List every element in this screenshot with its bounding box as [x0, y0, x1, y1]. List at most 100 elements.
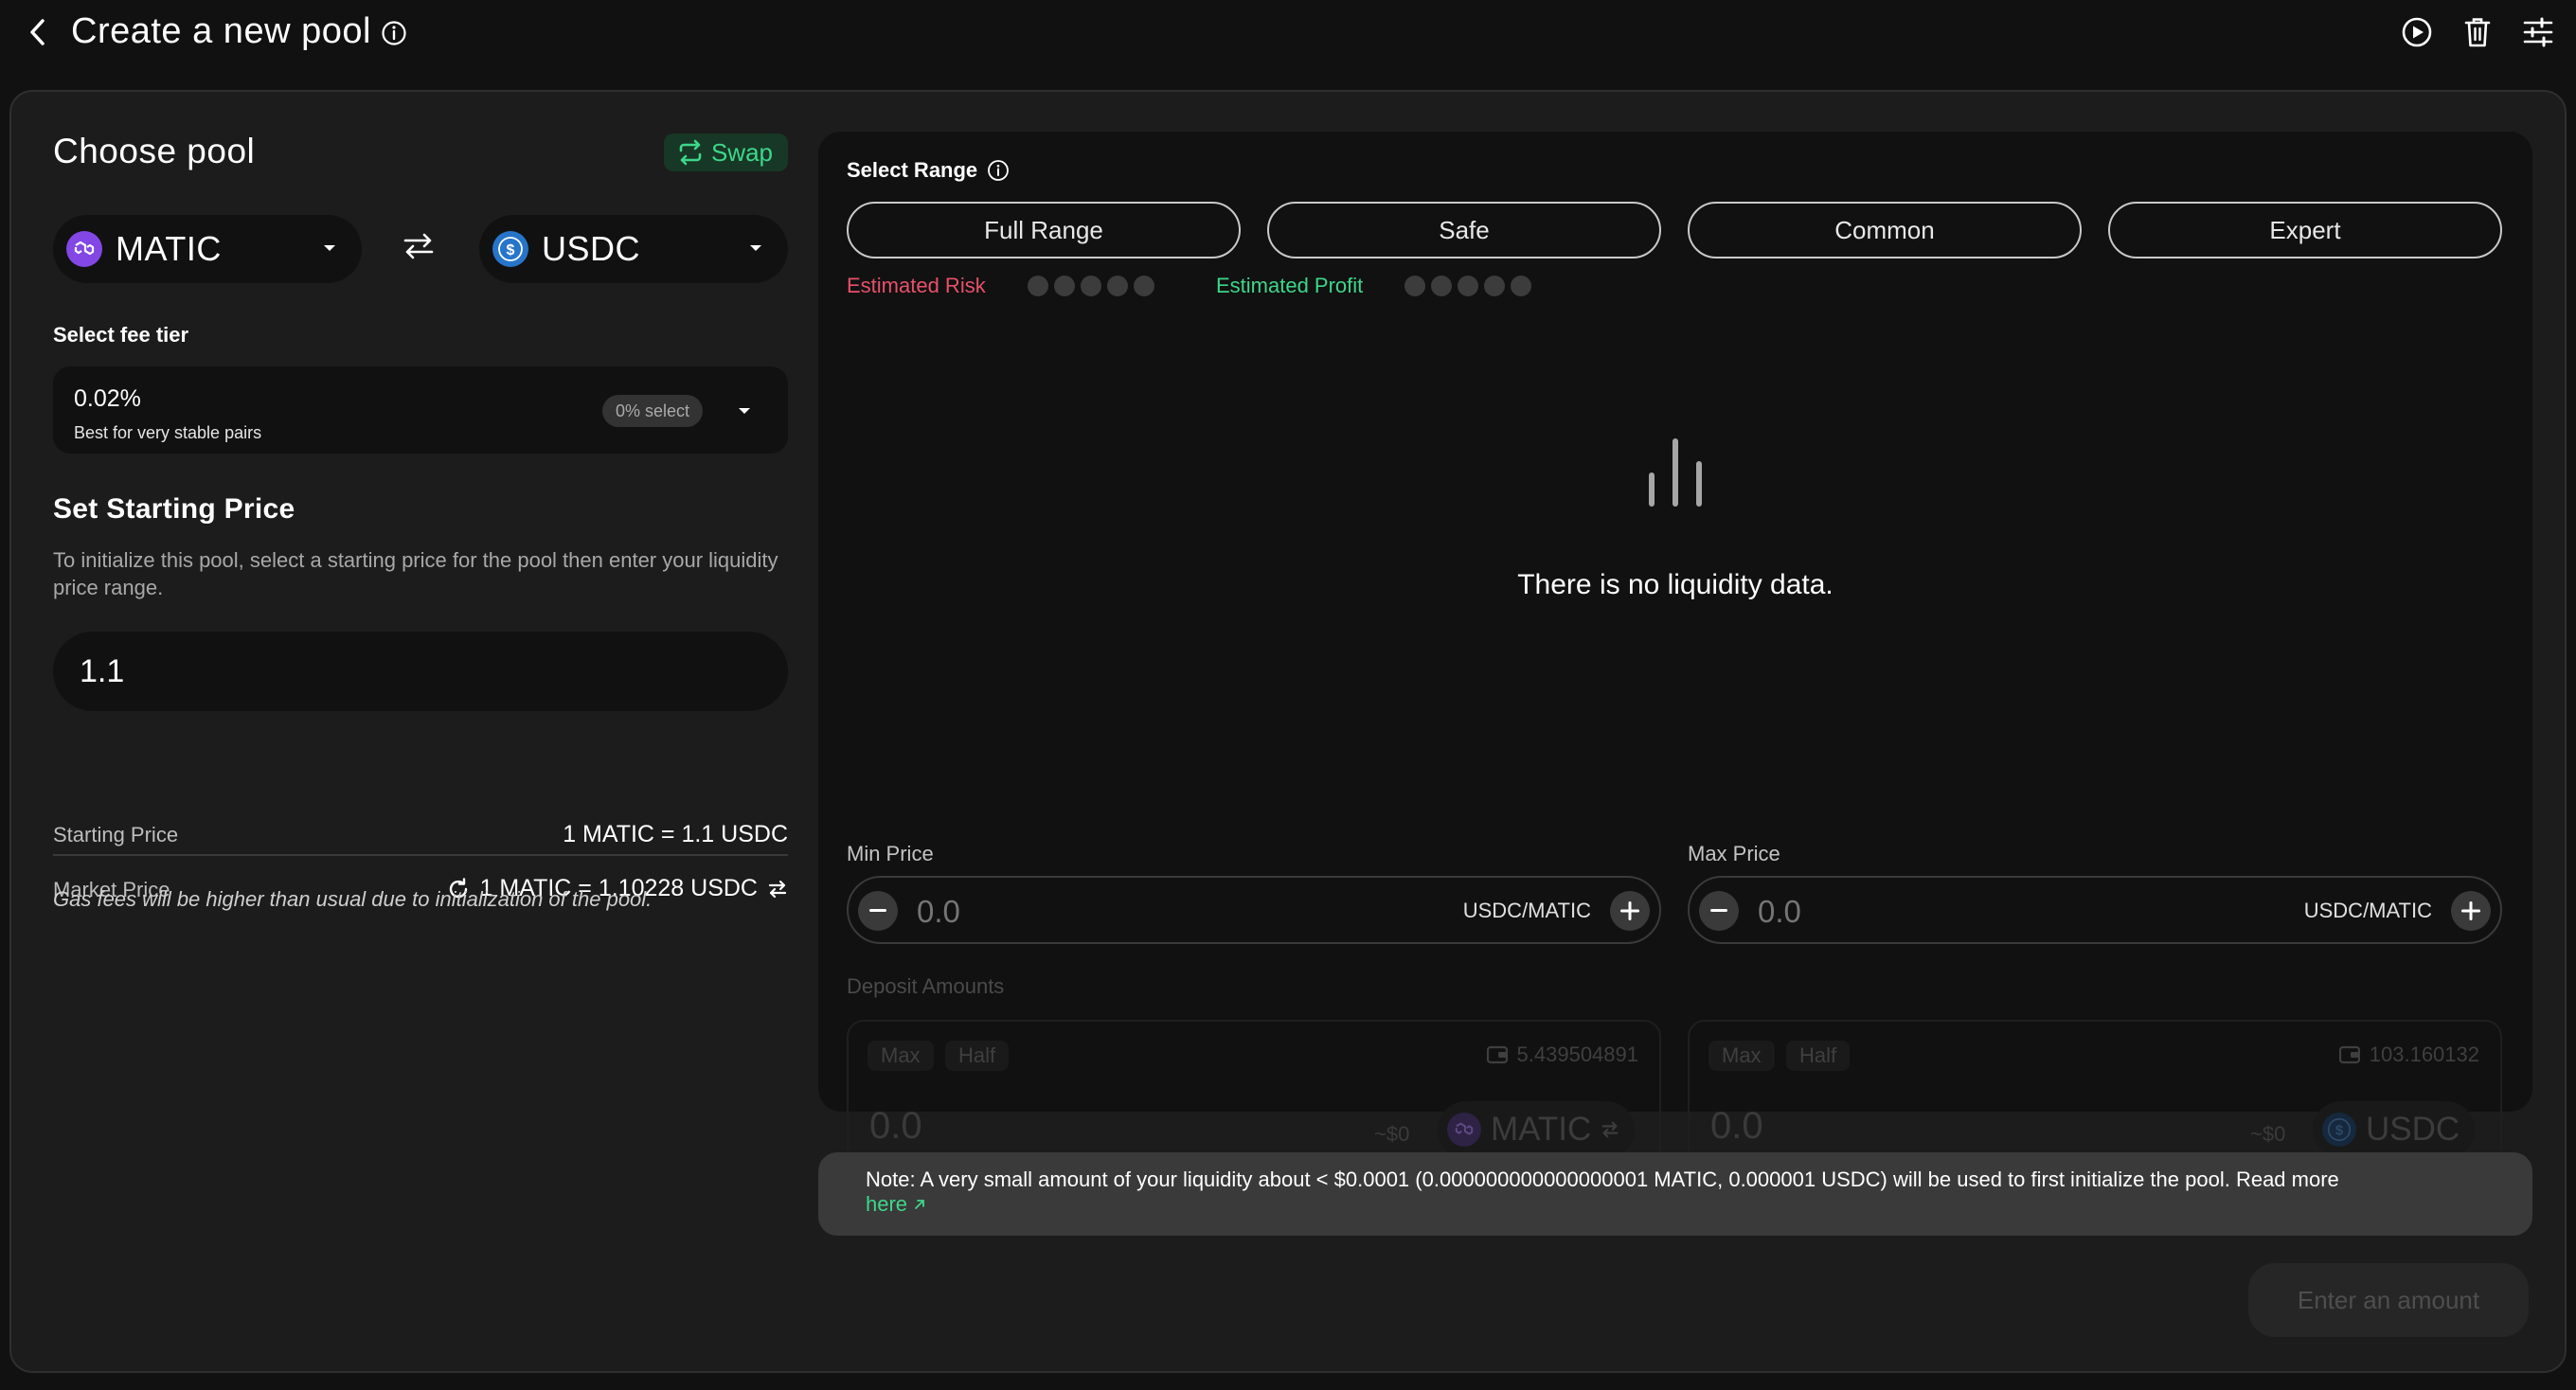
starting-price-label: Starting Price: [53, 823, 179, 846]
token-b-chip: $ USDC: [2313, 1101, 2476, 1158]
plus-icon: [1620, 901, 1639, 920]
max-price-label: Max Price: [1688, 842, 1780, 865]
choose-pool-title: Choose pool: [53, 132, 256, 170]
profit-dot: [1511, 276, 1532, 296]
token-a-selector[interactable]: MATIC: [53, 215, 362, 283]
matic-logo-icon: [66, 231, 102, 267]
invert-price-icon[interactable]: [767, 879, 788, 900]
read-more-link[interactable]: here: [866, 1192, 926, 1216]
estimated-risk: Estimated Risk: [847, 274, 1154, 298]
swap-label: Swap: [710, 137, 773, 167]
fee-tier-selector[interactable]: 0.02% Best for very stable pairs 0% sele…: [53, 366, 788, 454]
page-title: Create a new pool: [71, 11, 371, 51]
fee-tier-description: Best for very stable pairs: [74, 423, 262, 442]
info-icon[interactable]: [987, 159, 1010, 182]
fee-select-badge: 0% select: [602, 395, 704, 427]
max-chip[interactable]: Max: [1708, 1041, 1775, 1071]
token-b-selector[interactable]: $ USDC: [479, 215, 788, 283]
min-price-field: USDC/MATIC: [847, 876, 1661, 944]
no-liquidity-text: There is no liquidity data.: [1517, 569, 1834, 600]
range-safe-button[interactable]: Safe: [1267, 202, 1661, 258]
token-b-chip-name: USDC: [2366, 1111, 2460, 1148]
risk-dot: [1053, 276, 1075, 296]
token-a-balance-text: 5.439504891: [1516, 1042, 1638, 1066]
read-more-link-text: here: [866, 1192, 908, 1216]
svg-text:$: $: [507, 242, 515, 258]
risk-dot: [1133, 276, 1154, 296]
note-text: Note: A very small amount of your liquid…: [866, 1167, 2339, 1191]
settings-sliders-icon[interactable]: [2521, 15, 2555, 49]
min-price-decrement-button[interactable]: [858, 891, 898, 931]
token-a-name: MATIC: [116, 229, 222, 268]
token-a-chip-name: MATIC: [1491, 1111, 1592, 1148]
estimated-profit-label: Estimated Profit: [1216, 274, 1364, 297]
starting-price-description: To initialize this pool, select a starti…: [53, 548, 778, 599]
switch-tokens-icon[interactable]: [402, 232, 436, 265]
plus-icon: [2461, 901, 2480, 920]
risk-dot: [1080, 276, 1101, 296]
deposit-amounts-label: Deposit Amounts: [847, 974, 1005, 998]
range-common-button[interactable]: Common: [1688, 202, 2082, 258]
profit-indicator: [1404, 276, 1532, 296]
range-full-button[interactable]: Full Range: [847, 202, 1241, 258]
profit-dot: [1458, 276, 1479, 296]
top-actions: [2400, 15, 2555, 49]
info-icon[interactable]: [381, 20, 407, 51]
divider: [53, 854, 788, 856]
estimated-risk-label: Estimated Risk: [847, 274, 986, 297]
create-pool-card: Choose pool Swap MATIC $ USDC Select fee…: [9, 90, 2567, 1373]
token-a-amount[interactable]: 0.0: [869, 1105, 922, 1148]
token-a-chip: MATIC: [1438, 1101, 1636, 1158]
usdc-logo-icon: $: [2322, 1113, 2356, 1147]
play-tutorial-icon[interactable]: [2400, 15, 2434, 49]
half-chip[interactable]: Half: [1786, 1041, 1851, 1071]
min-price-unit: USDC/MATIC: [1462, 899, 1591, 922]
max-price-decrement-button[interactable]: [1699, 891, 1739, 931]
fee-tier-label: Select fee tier: [53, 323, 189, 347]
select-range-panel: Select Range Full Range Safe Common Expe…: [818, 132, 2532, 1177]
external-link-icon: [915, 1200, 925, 1209]
starting-price-text: 1 MATIC = 1.1 USDC: [563, 821, 788, 847]
swap-arrows-icon: [1601, 1121, 1619, 1138]
top-bar: Create a new pool: [0, 0, 2576, 66]
estimated-profit: Estimated Profit: [1216, 274, 1532, 298]
select-range-text: Select Range: [847, 158, 978, 182]
token-a-usd: ~$0: [1374, 1122, 1410, 1146]
max-price-input[interactable]: [1758, 894, 2231, 930]
max-price-field: USDC/MATIC: [1688, 876, 2502, 944]
svg-text:$: $: [2335, 1123, 2344, 1139]
max-price-increment-button[interactable]: [2451, 891, 2491, 931]
gas-fee-note: Gas fees will be higher than usual due t…: [53, 887, 653, 911]
token-b-amount[interactable]: 0.0: [1710, 1105, 1763, 1148]
select-range-label: Select Range: [847, 158, 1010, 183]
bar-chart-icon: [1649, 438, 1702, 507]
starting-price-input[interactable]: [53, 632, 788, 711]
trash-icon[interactable]: [2460, 15, 2495, 49]
wallet-icon: [2338, 1045, 2360, 1064]
token-b-name: USDC: [542, 229, 641, 268]
min-price-increment-button[interactable]: [1610, 891, 1650, 931]
liquidity-empty-state: [818, 435, 2532, 515]
risk-indicator: [1027, 276, 1154, 296]
chevron-left-icon: [30, 19, 45, 45]
minus-icon: [1710, 909, 1727, 912]
max-chip[interactable]: Max: [868, 1041, 934, 1071]
token-b-usd: ~$0: [2250, 1122, 2286, 1146]
back-button[interactable]: [21, 13, 55, 51]
token-b-balance: 103.160132: [2338, 1042, 2479, 1067]
minus-icon: [869, 909, 886, 912]
starting-price-value: 1 MATIC = 1.1 USDC: [563, 821, 788, 848]
half-chip[interactable]: Half: [945, 1041, 1010, 1071]
range-expert-button[interactable]: Expert: [2108, 202, 2502, 258]
enter-amount-button[interactable]: Enter an amount: [2248, 1263, 2529, 1337]
risk-dot: [1106, 276, 1128, 296]
token-a-balance: 5.439504891: [1486, 1042, 1638, 1067]
set-starting-price-title: Set Starting Price: [53, 493, 295, 525]
matic-logo-icon: [1447, 1113, 1481, 1147]
min-price-input[interactable]: [917, 894, 1390, 930]
fee-tier-value: 0.02%: [74, 385, 141, 412]
caret-down-icon: [324, 245, 335, 251]
caret-down-icon: [739, 408, 750, 414]
swap-button[interactable]: Swap: [663, 134, 788, 171]
usdc-logo-icon: $: [492, 231, 528, 267]
